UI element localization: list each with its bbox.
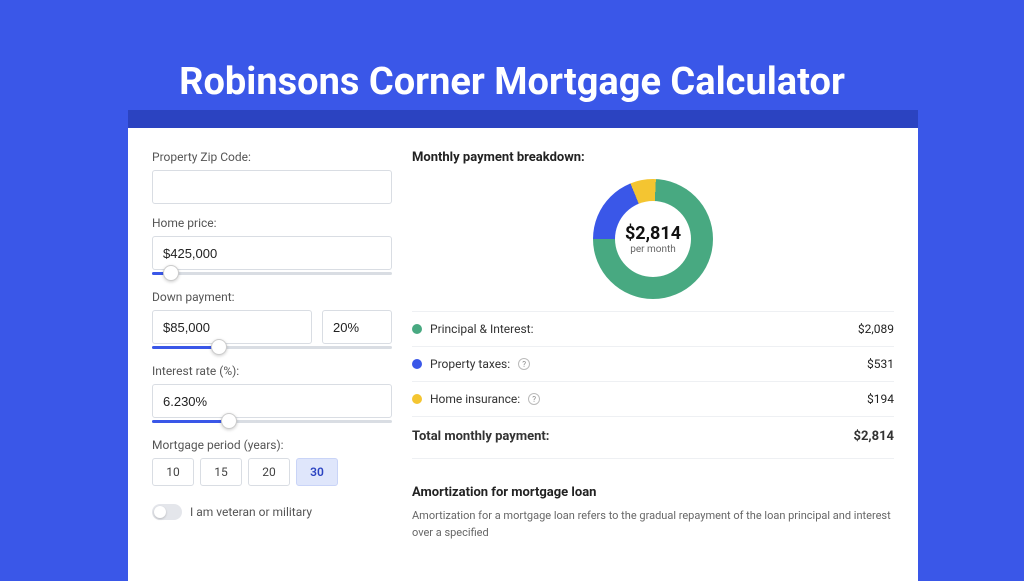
help-icon[interactable]: ? (518, 358, 530, 370)
amortization-section: Amortization for mortgage loan Amortizat… (412, 458, 894, 541)
legend-label: Property taxes: (430, 357, 510, 371)
interest-rate-input[interactable] (152, 384, 392, 418)
slider-thumb[interactable] (221, 413, 237, 429)
calculator-card: Property Zip Code: Home price: Down paym… (128, 128, 918, 581)
mortgage-period-group: 10 15 20 30 (152, 458, 392, 486)
breakdown-title: Monthly payment breakdown: (412, 150, 894, 165)
period-option-30[interactable]: 30 (296, 458, 338, 486)
donut-wrap: $2,814 per month (412, 173, 894, 311)
interest-rate-slider[interactable] (152, 416, 392, 426)
slider-track (152, 272, 392, 275)
down-payment-label: Down payment: (152, 290, 392, 304)
legend-row-taxes: Property taxes: ? $531 (412, 347, 894, 382)
slider-fill (152, 420, 229, 423)
period-option-20[interactable]: 20 (248, 458, 290, 486)
down-payment-amount-input[interactable] (152, 310, 312, 344)
slider-thumb[interactable] (211, 339, 227, 355)
veteran-toggle[interactable] (152, 504, 182, 520)
legend-label: Principal & Interest: (430, 322, 534, 336)
legend-dot-icon (412, 359, 422, 369)
legend-amount: $2,089 (858, 322, 894, 336)
donut-chart: $2,814 per month (593, 179, 713, 299)
legend-amount: $194 (867, 392, 894, 406)
interest-rate-label: Interest rate (%): (152, 364, 392, 378)
card-top-accent (128, 110, 918, 128)
mortgage-period-label: Mortgage period (years): (152, 438, 392, 452)
legend-dot-icon (412, 324, 422, 334)
legend-row-principal: Principal & Interest: $2,089 (412, 312, 894, 347)
home-price-input[interactable] (152, 236, 392, 270)
slider-fill (152, 346, 219, 349)
help-icon[interactable]: ? (528, 393, 540, 405)
amortization-title: Amortization for mortgage loan (412, 485, 894, 500)
zip-label: Property Zip Code: (152, 150, 392, 164)
veteran-row: I am veteran or military (152, 504, 392, 520)
total-label: Total monthly payment: (412, 429, 549, 444)
period-option-10[interactable]: 10 (152, 458, 194, 486)
legend-row-insurance: Home insurance: ? $194 (412, 382, 894, 417)
legend-label: Home insurance: (430, 392, 520, 406)
donut-center: $2,814 per month (625, 223, 681, 255)
down-payment-slider[interactable] (152, 342, 392, 352)
legend: Principal & Interest: $2,089 Property ta… (412, 311, 894, 458)
zip-input[interactable] (152, 170, 392, 204)
page-title: Robinsons Corner Mortgage Calculator (0, 0, 1024, 128)
donut-sub: per month (625, 244, 681, 255)
legend-amount: $531 (867, 357, 894, 371)
period-option-15[interactable]: 15 (200, 458, 242, 486)
inputs-column: Property Zip Code: Home price: Down paym… (152, 150, 392, 541)
home-price-slider[interactable] (152, 268, 392, 278)
breakdown-column: Monthly payment breakdown: $2,814 per mo… (412, 150, 894, 541)
legend-dot-icon (412, 394, 422, 404)
veteran-label: I am veteran or military (190, 505, 312, 519)
total-amount: $2,814 (854, 429, 895, 444)
amortization-body: Amortization for a mortgage loan refers … (412, 508, 894, 541)
total-row: Total monthly payment: $2,814 (412, 417, 894, 458)
donut-amount: $2,814 (625, 223, 681, 244)
slider-thumb[interactable] (163, 265, 179, 281)
home-price-label: Home price: (152, 216, 392, 230)
down-payment-percent-input[interactable] (322, 310, 392, 344)
